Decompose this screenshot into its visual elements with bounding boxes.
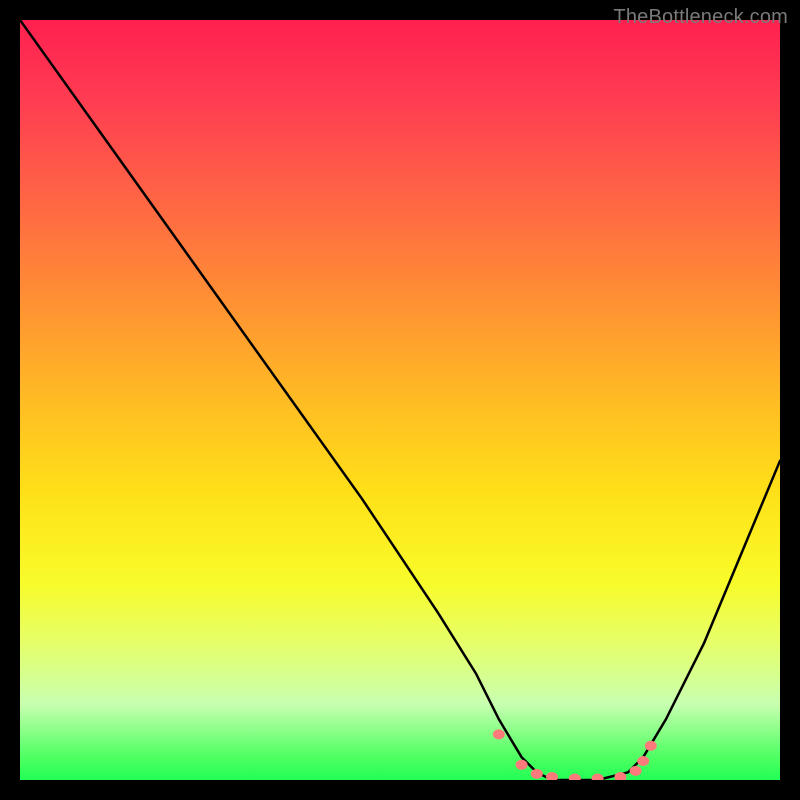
chart-svg	[20, 20, 780, 780]
marker-dot	[630, 766, 642, 776]
marker-dot	[493, 729, 505, 739]
marker-dot	[546, 772, 558, 780]
marker-dot	[569, 774, 581, 781]
marker-dot	[516, 760, 528, 770]
marker-dot	[645, 741, 657, 751]
watermark-text: TheBottleneck.com	[613, 6, 788, 29]
marker-dot	[592, 774, 604, 781]
chart-plot-area	[20, 20, 780, 780]
marker-dot	[637, 756, 649, 766]
optimal-zone-markers	[493, 729, 657, 780]
marker-dot	[531, 769, 543, 779]
bottleneck-curve-line	[20, 20, 780, 780]
